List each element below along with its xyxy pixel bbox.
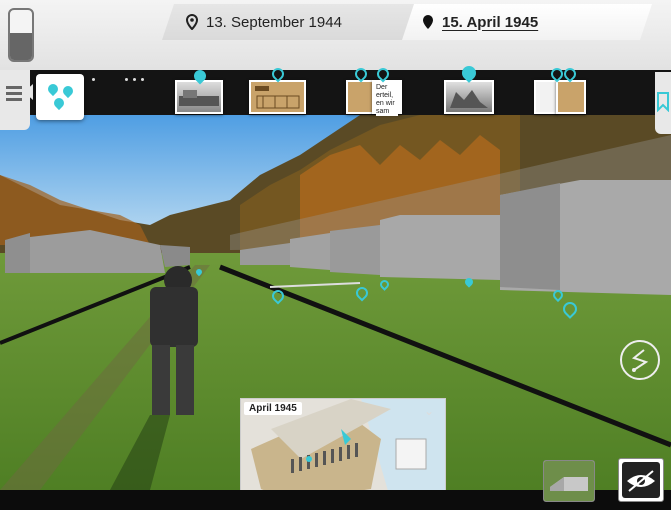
bookmark-icon — [657, 92, 669, 112]
timeline-thumb-document[interactable] — [346, 80, 374, 114]
route-icon — [631, 349, 649, 372]
chevron-down-icon[interactable]: ⌄ — [424, 404, 434, 418]
tab-15-april-1945[interactable]: 15. April 1945 — [402, 4, 652, 40]
location-pin-icon — [51, 95, 67, 111]
timeline-dot — [125, 78, 128, 81]
ar-view-button[interactable] — [618, 458, 664, 502]
timeline-thumb-document-map[interactable] — [556, 80, 586, 114]
timeline-thumb-photo-ruins[interactable] — [444, 80, 494, 114]
location-pin-icon — [186, 14, 198, 30]
location-pin-icon — [422, 14, 434, 30]
pin-cluster-button[interactable] — [36, 74, 84, 120]
battery-level — [10, 32, 32, 60]
eye-icon — [622, 462, 660, 498]
location-pin-icon — [45, 81, 61, 97]
location-pin-icon — [60, 83, 76, 99]
timeline-thumb-document-text[interactable]: Der erteil, en wir sam — [372, 80, 402, 116]
barrack-icon — [544, 461, 594, 501]
barrack-toggle-button[interactable] — [543, 460, 595, 502]
timeline-thumb-document-plan[interactable] — [249, 80, 306, 114]
menu-icon[interactable] — [6, 86, 22, 106]
timeline-thumb-photo-barracks[interactable] — [175, 80, 223, 114]
minimap-label: April 1945 — [244, 402, 302, 415]
timeline-thumb-document[interactable] — [534, 80, 558, 114]
route-button[interactable] — [620, 340, 660, 380]
tab-label: 15. April 1945 — [442, 13, 539, 31]
chevron-left-icon[interactable] — [24, 84, 33, 100]
document-excerpt: Der erteil, en wir sam — [376, 84, 398, 116]
timeline-dot — [141, 78, 144, 81]
timeline-dot — [92, 78, 95, 81]
bookmark-tab[interactable] — [655, 72, 671, 134]
tab-label: 13. September 1944 — [206, 13, 342, 31]
tab-13-september-1944[interactable]: 13. September 1944 — [162, 4, 421, 40]
timeline-dot — [133, 78, 136, 81]
battery-indicator — [8, 8, 34, 62]
